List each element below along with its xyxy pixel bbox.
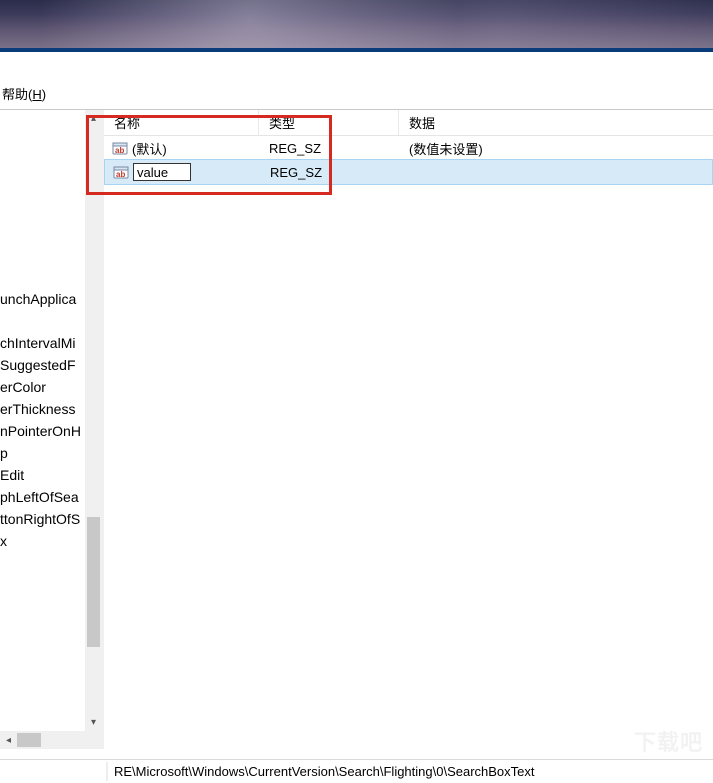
tree-item[interactable]: p	[0, 442, 90, 464]
content-area: unchApplica chIntervalMiSuggestedFerColo…	[0, 109, 713, 749]
reg-string-icon: ab	[113, 164, 129, 180]
rename-input[interactable]	[133, 163, 191, 181]
scroll-track[interactable]	[85, 127, 102, 714]
tree-item[interactable]: erThickness	[0, 398, 90, 420]
cell-name[interactable]: ab	[105, 163, 260, 181]
svg-text:ab: ab	[115, 146, 124, 155]
status-path: RE\Microsoft\Windows\CurrentVersion\Sear…	[108, 764, 535, 779]
tree-vertical-scrollbar[interactable]: ▴ ▾	[85, 110, 102, 731]
menu-help[interactable]: 帮助(H)	[2, 84, 46, 103]
tree-item[interactable]: nPointerOnH	[0, 420, 90, 442]
scroll-left-button[interactable]: ◂	[0, 731, 17, 749]
scroll-up-button[interactable]: ▴	[85, 110, 102, 127]
tree-pane[interactable]: unchApplica chIntervalMiSuggestedFerColo…	[0, 110, 104, 749]
window-banner	[0, 0, 713, 52]
svg-text:ab: ab	[116, 170, 125, 179]
value-name-label: (默认)	[132, 139, 167, 158]
tree-item[interactable]: x	[0, 530, 90, 552]
cell-type: REG_SZ	[259, 141, 399, 156]
tree-item[interactable]: SuggestedF	[0, 354, 90, 376]
list-pane: 名称 类型 数据 ab(默认)REG_SZ(数值未设置)abREG_SZ	[104, 110, 713, 749]
list-row[interactable]: ab (默认) REG_SZ(数值未设置)	[104, 136, 713, 160]
cell-name[interactable]: ab (默认)	[104, 139, 259, 158]
tree-list[interactable]: unchApplica chIntervalMiSuggestedFerColo…	[0, 110, 90, 552]
tree-item[interactable]: unchApplica	[0, 288, 90, 310]
cell-data: (数值未设置)	[399, 139, 713, 158]
column-header-data[interactable]: 数据	[399, 110, 713, 135]
hscroll-track[interactable]	[17, 731, 85, 749]
cell-type: REG_SZ	[260, 165, 400, 180]
scroll-down-button[interactable]: ▾	[85, 714, 102, 731]
column-header-name[interactable]: 名称	[104, 110, 259, 135]
tree-item[interactable]: Edit	[0, 464, 90, 486]
tree-item[interactable]: ttonRightOfS	[0, 508, 90, 530]
list-body[interactable]: ab(默认)REG_SZ(数值未设置)abREG_SZ	[104, 136, 713, 185]
scroll-thumb[interactable]	[87, 517, 100, 647]
hscroll-thumb[interactable]	[17, 733, 41, 747]
reg-string-icon: ab	[112, 140, 128, 156]
tree-item[interactable]: erColor	[0, 376, 90, 398]
tree-item[interactable]: chIntervalMi	[0, 332, 90, 354]
list-row[interactable]: ab REG_SZ	[104, 159, 713, 185]
status-bar: RE\Microsoft\Windows\CurrentVersion\Sear…	[0, 759, 713, 783]
menu-bar: 帮助(H)	[0, 80, 713, 109]
tree-item[interactable]: phLeftOfSea	[0, 486, 90, 508]
list-header[interactable]: 名称 类型 数据	[104, 110, 713, 136]
column-header-type[interactable]: 类型	[259, 110, 399, 135]
tree-item[interactable]	[0, 310, 90, 332]
